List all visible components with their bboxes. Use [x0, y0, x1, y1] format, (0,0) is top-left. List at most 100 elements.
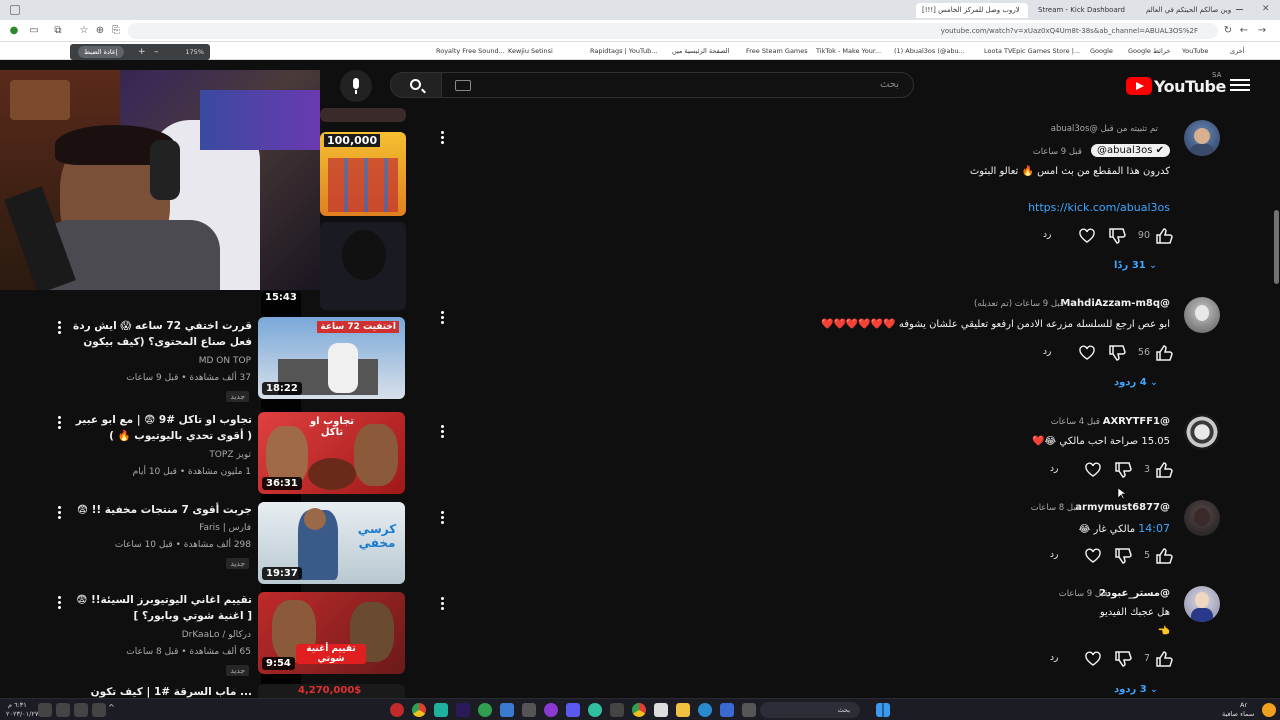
network-icon[interactable]	[74, 703, 88, 717]
comment-timestamp-link[interactable]: 15.05	[1141, 436, 1170, 447]
video-title[interactable]: قررت اختفي 72 ساعه 😱 ايش ردة فعل صناع ال…	[70, 318, 252, 352]
video-title[interactable]: جربت أقوى 7 منتجات مخفية !! 😨	[70, 502, 252, 520]
bookmark-item[interactable]: Free Steam Games	[746, 45, 808, 57]
avatar[interactable]	[1184, 500, 1220, 536]
zoom-icon[interactable]: ⊕	[94, 25, 106, 37]
search-button[interactable]	[390, 72, 442, 98]
bookmark-item[interactable]: (1) Abual3os (@abu...	[894, 45, 965, 57]
hamburger-menu-icon[interactable]	[1230, 76, 1250, 94]
video-channel[interactable]: فارس | Faris	[199, 523, 251, 533]
video-title[interactable]: ... ماب السرقة #1 | كيف تكون حرامي فاشل	[70, 686, 252, 698]
heart-icon[interactable]	[1085, 651, 1101, 667]
reply-button[interactable]: رد	[1043, 347, 1051, 357]
tray-chevron-icon[interactable]: ^	[108, 703, 122, 717]
minimize-icon[interactable]	[1236, 9, 1243, 10]
video-title[interactable]: تقييم اغاني اليوتيوبرز السيئة!! 😨 [ اغني…	[70, 592, 252, 626]
video-thumbnail[interactable]: تقييم أغنية شوتي 9:54	[258, 592, 405, 674]
video-thumbnail[interactable]: اختفيت 72 ساعة 18:22	[258, 317, 405, 399]
taskbar-search[interactable]: بحث	[760, 702, 860, 718]
page-scrollbar[interactable]	[1272, 60, 1280, 700]
dislike-icon[interactable]	[1114, 462, 1132, 478]
weather-temp[interactable]: Ar	[1240, 701, 1247, 709]
comment-author[interactable]: @armymust6877	[1075, 502, 1170, 513]
more-options-icon[interactable]	[441, 511, 445, 525]
zoom-out-button[interactable]: –	[154, 46, 159, 58]
chrome-icon[interactable]	[412, 703, 426, 717]
video-channel[interactable]: تويز TOPZ	[209, 450, 251, 460]
comment-author-chip[interactable]: @abual3os ✔	[1091, 144, 1170, 157]
bookmark-item[interactable]: YouTube	[1182, 45, 1208, 57]
video-channel[interactable]: MD ON TOP	[199, 356, 251, 366]
video-title[interactable]: تجاوب او تاكل #9 😨 | مع ابو عبير ( أقوى …	[70, 412, 252, 446]
video-thumbnail[interactable]: 100,000	[320, 132, 406, 216]
bookmark-item[interactable]: TikTok - Make Your...	[816, 45, 881, 57]
heart-icon[interactable]	[1079, 345, 1095, 361]
view-replies-button[interactable]: ⌄ 3 ردود	[1114, 684, 1158, 695]
voice-search-button[interactable]	[340, 70, 372, 102]
more-options-icon[interactable]	[58, 596, 62, 610]
app-icon[interactable]	[478, 703, 492, 717]
video-thumbnail[interactable]	[320, 222, 406, 310]
bookmark-item[interactable]: أخرى	[1230, 45, 1245, 57]
speaker-icon[interactable]	[56, 703, 70, 717]
video-thumbnail[interactable]: كرسي مخفي 19:37	[258, 502, 405, 584]
video-channel[interactable]: دركالو / DrKaaLo	[182, 630, 251, 640]
comment-author[interactable]: @AXRYTFF1	[1103, 416, 1170, 427]
language-icon[interactable]	[38, 703, 52, 717]
like-icon[interactable]	[1155, 548, 1173, 564]
like-icon[interactable]	[1155, 462, 1173, 478]
bookmark-item[interactable]: Google خرائط	[1128, 45, 1170, 57]
app-icon[interactable]	[720, 703, 734, 717]
bookmark-item[interactable]: Epic Games Store |...	[1012, 45, 1080, 57]
bookmark-item[interactable]: Loota TV	[984, 45, 1012, 57]
edge-icon[interactable]	[698, 703, 712, 717]
reply-button[interactable]: رد	[1050, 550, 1058, 560]
chrome-icon[interactable]	[632, 703, 646, 717]
comment-author[interactable]: @MahdiAzzam-m8q	[1060, 298, 1170, 309]
heart-icon[interactable]	[1079, 228, 1095, 244]
more-options-icon[interactable]	[58, 416, 62, 430]
more-options-icon[interactable]	[441, 597, 445, 611]
comment-time[interactable]: قبل 9 ساعات (تم تعديله)	[974, 299, 1064, 309]
more-options-icon[interactable]	[58, 321, 62, 335]
profile-icon[interactable]: ▭	[28, 25, 40, 37]
close-window-icon[interactable]: ✕	[1262, 4, 1270, 14]
dislike-icon[interactable]	[1114, 651, 1132, 667]
browser-menu-icon[interactable]	[10, 5, 20, 15]
extensions-icon[interactable]: ●	[8, 25, 20, 37]
reply-button[interactable]: رد	[1043, 230, 1051, 240]
comment-time[interactable]: قبل 9 ساعات	[1033, 147, 1082, 157]
share-icon[interactable]: ⎘	[110, 25, 122, 37]
taskbar-time[interactable]: ٦:٣١ م	[8, 701, 27, 709]
browser-tab[interactable]: Stream - Kick Dashboard	[1032, 3, 1126, 18]
more-options-icon[interactable]	[441, 131, 445, 145]
bookmark-item[interactable]: Kewjiu Setinsi	[508, 45, 553, 57]
video-thumbnail[interactable]: تجاوب او تاكل 36:31	[258, 412, 405, 494]
app-icon[interactable]	[434, 703, 448, 717]
like-icon[interactable]	[1155, 345, 1173, 361]
start-icon[interactable]	[876, 703, 890, 717]
url-field[interactable]: youtube.com/watch?v=xUaz0xQ4Um8t-38s&ab_…	[128, 23, 1218, 39]
zoom-in-button[interactable]: +	[138, 46, 146, 58]
comment-time[interactable]: قبل 4 ساعات	[1051, 417, 1100, 427]
more-options-icon[interactable]	[441, 311, 445, 325]
dislike-icon[interactable]	[1114, 548, 1132, 564]
avatar[interactable]	[1184, 414, 1220, 450]
bookmark-item[interactable]: Google	[1090, 45, 1113, 57]
app-icon[interactable]	[544, 703, 558, 717]
comment-author[interactable]: @مستر_عبود2	[1099, 588, 1170, 599]
like-icon[interactable]	[1155, 651, 1173, 667]
task-view-icon[interactable]	[742, 703, 756, 717]
browser-tab[interactable]: وين صالكم الحيتكم في العالم	[1140, 3, 1236, 18]
comment-link[interactable]: https://kick.com/abual3os	[1028, 201, 1170, 214]
app-icon[interactable]	[566, 703, 580, 717]
comment-timestamp-link[interactable]: 14:07	[1138, 522, 1170, 535]
app-icon[interactable]	[522, 703, 536, 717]
taskbar-date[interactable]: ٢٠٢٣/٠١/٢٧	[6, 710, 38, 718]
bookmark-item[interactable]: Rapidtags | YouTub...	[590, 45, 657, 57]
avatar[interactable]	[1184, 297, 1220, 333]
bookmark-item[interactable]: الصفحة الرئيسية مين	[672, 45, 729, 57]
settings-icon[interactable]: ⧉	[52, 25, 64, 37]
onedrive-icon[interactable]	[92, 703, 106, 717]
dislike-icon[interactable]	[1108, 228, 1126, 244]
